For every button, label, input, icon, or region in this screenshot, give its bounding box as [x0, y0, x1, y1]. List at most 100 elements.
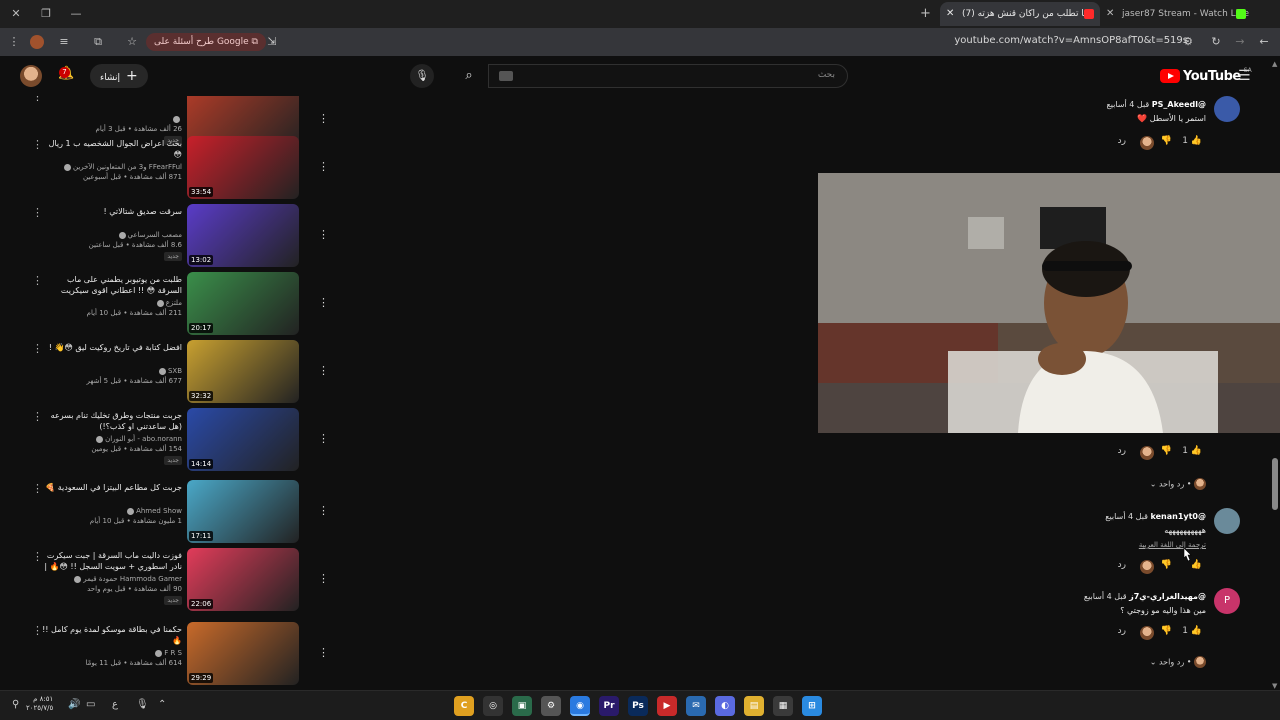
site-settings-icon[interactable]: ⚙ — [1180, 34, 1196, 50]
comment-author-name[interactable]: @مهيدالغراري-ي7ز — [1129, 592, 1206, 601]
reload-icon[interactable]: ↻ — [1208, 34, 1224, 50]
video-channel[interactable]: Ahmed Show — [125, 507, 182, 515]
bookmark-star-icon[interactable]: ☆ — [124, 34, 140, 50]
video-menu-icon[interactable]: ⋮ — [32, 274, 43, 287]
reply-button[interactable]: رد — [1118, 560, 1126, 570]
video-title[interactable]: بحث اعراض الجوال الشخصيه ب 1 ريال 😳 — [42, 138, 182, 160]
recommended-video[interactable]: 29:29 حكمنا في بطاقة موسكو لمدة يوم كامل … — [0, 622, 340, 686]
display-icon[interactable]: ▭ — [86, 699, 95, 710]
voice-search-mic-icon[interactable]: 🎙 — [410, 64, 434, 88]
recommended-video[interactable]: 13:02 سرقت صديق شتالاتي ! مصعب السرساعي 8.6… — [0, 204, 340, 268]
reply-button[interactable]: رد — [1118, 446, 1126, 456]
back-icon[interactable]: ← — [1256, 34, 1272, 50]
taskbar-app-photoshop-icon[interactable]: Ps — [628, 696, 648, 716]
channel-name[interactable]: ملتزع — [166, 299, 182, 307]
create-button[interactable]: إنشاء + — [90, 64, 148, 88]
channel-name[interactable]: F R S — [164, 649, 182, 657]
scroll-up-icon[interactable]: ▲ — [1272, 60, 1277, 68]
video-more-icon[interactable]: ⋮ — [318, 432, 329, 445]
address-bar[interactable]: youtube.com/watch?v=AmnsOP8afT0&t=519s — [954, 35, 1188, 46]
video-channel[interactable]: FFearFFul و3 من المتعاونين الآخرين — [62, 163, 182, 171]
recommended-video[interactable]: 33:54 بحث اعراض الجوال الشخصيه ب 1 ريال 😳… — [0, 136, 340, 200]
channel-name[interactable]: abo.norann - أبو النوران — [105, 435, 182, 443]
video-menu-icon[interactable]: ⋮ — [32, 138, 43, 151]
minimize-icon[interactable]: — — [68, 6, 84, 22]
like-icon[interactable]: 👍 — [1191, 136, 1202, 146]
video-menu-icon[interactable]: ⋮ — [32, 96, 43, 103]
new-tab-button[interactable]: + — [920, 6, 931, 21]
taskbar-app-app-icon[interactable]: ▣ — [512, 696, 532, 716]
keyboard-icon[interactable] — [499, 71, 513, 81]
search-input[interactable]: بحث — [488, 64, 848, 88]
video-more-icon[interactable]: ⋮ — [318, 572, 329, 585]
like-icon[interactable]: 👍 — [1191, 560, 1202, 570]
comment-avatar[interactable]: P — [1214, 588, 1240, 614]
video-more-icon[interactable]: ⋮ — [318, 296, 329, 309]
media-controls-icon[interactable]: ≡ — [56, 34, 72, 50]
close-tab-icon[interactable]: ✕ — [946, 2, 954, 26]
tab-youtube[interactable]: ✕ (7) لما تطلب من راكان قنش هزته — [940, 2, 1100, 26]
profile-avatar-icon[interactable] — [30, 35, 44, 49]
page-scrollbar[interactable]: ▲ ▼ — [1270, 60, 1280, 690]
video-title[interactable]: فوزت داليت ماب السرقة | جبت سيكرت نادر ا… — [42, 550, 182, 574]
video-more-icon[interactable]: ⋮ — [318, 504, 329, 517]
close-window-icon[interactable]: ✕ — [8, 6, 24, 22]
video-title[interactable]: حكمنا في بطاقة موسكو لمدة يوم كامل !! 🔥 — [42, 624, 182, 646]
scroll-down-icon[interactable]: ▼ — [1272, 682, 1277, 690]
video-more-icon[interactable]: ⋮ — [318, 160, 329, 173]
scrollbar-thumb[interactable] — [1272, 458, 1278, 510]
maximize-icon[interactable]: ❐ — [38, 6, 54, 22]
video-channel[interactable]: SXB — [157, 367, 182, 375]
taskbar-app-obs-icon[interactable]: ◎ — [483, 696, 503, 716]
taskbar-app-settings-icon[interactable]: ⚙ — [541, 696, 561, 716]
channel-name[interactable]: Ahmed Show — [136, 507, 182, 515]
video-more-icon[interactable]: ⋮ — [318, 646, 329, 659]
video-menu-icon[interactable]: ⋮ — [32, 550, 43, 563]
video-menu-icon[interactable]: ⋮ — [32, 342, 43, 355]
hamburger-menu-icon[interactable]: ☰ — [1238, 68, 1251, 84]
recommended-video[interactable]: 14:14 جربت منتجات وطرق تخليك تنام بسرعه (… — [0, 408, 340, 472]
video-channel[interactable]: F R S — [153, 649, 182, 657]
search-icon[interactable]: ⌕ — [452, 64, 486, 88]
google-lens-chip[interactable]: طرح أسئلة على Google ⧉ — [146, 33, 266, 51]
comment-author[interactable]: @kenan1yt0 قبل 4 أسابيع — [1105, 512, 1206, 521]
system-clock[interactable]: ٨:٥١ م ٢٠٢٥/٧/٥ — [26, 695, 53, 713]
video-menu-icon[interactable]: ⋮ — [32, 624, 43, 637]
channel-name[interactable]: SXB — [168, 367, 182, 375]
tab-kick[interactable]: ✕ jaser87 Stream - Watch Live on — [1100, 2, 1252, 26]
video-channel[interactable]: ملتزع — [155, 299, 182, 307]
video-channel[interactable] — [171, 115, 182, 123]
video-title[interactable]: جربت كل مطاعم البيتزا في السعودية 🍕 — [42, 482, 182, 493]
network-icon[interactable]: ⚲ — [12, 699, 19, 710]
video-more-icon[interactable]: ⋮ — [318, 228, 329, 241]
video-title[interactable]: افضل كتابة في تاريخ روكيت ليق 😳👋 ! — [42, 342, 182, 353]
taskbar-app-store-icon[interactable]: ▦ — [773, 696, 793, 716]
language-indicator[interactable]: ع — [112, 699, 118, 710]
channel-name[interactable]: FFearFFul و3 من المتعاونين الآخرين — [73, 163, 182, 171]
replies-toggle[interactable]: ⌄ رد واحد • — [1150, 478, 1206, 490]
dislike-icon[interactable]: 👎 — [1161, 136, 1172, 146]
video-menu-icon[interactable]: ⋮ — [32, 482, 43, 495]
video-menu-icon[interactable]: ⋮ — [32, 410, 43, 423]
comment-author-name[interactable]: @PS_Akeedl — [1152, 100, 1206, 109]
taskbar-app-windows-icon[interactable]: ⊞ — [802, 696, 822, 716]
comment-author[interactable]: @مهيدالغراري-ي7ز قبل 4 أسابيع — [1084, 592, 1206, 601]
video-title[interactable]: طلبت من يوتيوبر يطمني على ماب السرقة 😳 !… — [42, 274, 182, 298]
taskbar-app-video-icon[interactable]: ▶ — [657, 696, 677, 716]
recommended-video[interactable]: 17:11 جربت كل مطاعم البيتزا في السعودية 🍕… — [0, 480, 340, 544]
taskbar-app-discord-icon[interactable]: ◐ — [715, 696, 735, 716]
channel-name[interactable]: Hammoda Gamer حمودة قيمر — [83, 575, 182, 583]
taskbar-app-chrome-canary-icon[interactable]: C — [454, 696, 474, 716]
reply-button[interactable]: رد — [1118, 626, 1126, 636]
volume-icon[interactable]: 🔊 — [68, 699, 80, 710]
extensions-icon[interactable]: ⧉ — [90, 34, 106, 50]
replies-toggle[interactable]: ⌄ رد واحد • — [1150, 656, 1206, 668]
taskbar-app-chrome-icon[interactable]: ◉ — [570, 696, 590, 716]
like-icon[interactable]: 👍 — [1191, 446, 1202, 456]
tray-expand-icon[interactable]: ⌃ — [158, 699, 166, 710]
recommended-video[interactable]: 20:17 طلبت من يوتيوبر يطمني على ماب السرق… — [0, 272, 340, 336]
recommended-video[interactable]: 22:06 فوزت داليت ماب السرقة | جبت سيكرت ن… — [0, 548, 340, 612]
reply-button[interactable]: رد — [1118, 136, 1126, 146]
video-channel[interactable]: مصعب السرساعي — [117, 231, 182, 239]
comment-author[interactable]: @PS_Akeedl قبل 4 أسابيع — [1106, 100, 1206, 109]
